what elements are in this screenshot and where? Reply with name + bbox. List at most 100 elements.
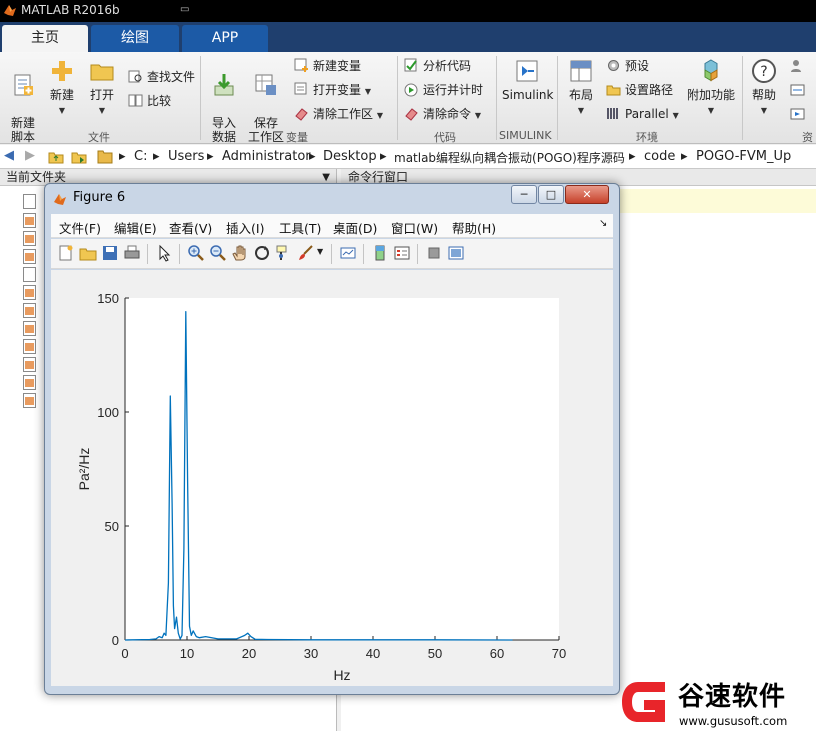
dock-arrow-icon[interactable]: ↘ [599, 218, 607, 229]
breadcrumb-separator: ▸ [309, 149, 316, 164]
new-script-label: 新建 脚本 [10, 116, 35, 144]
import-data-button[interactable]: 导入 数据 [207, 58, 241, 144]
set-path-button[interactable]: 设置路径 [606, 81, 673, 99]
watermark: 谷速软件 www.gususoft.com [618, 674, 816, 731]
tab-apps[interactable]: APP [182, 25, 268, 52]
layout-button[interactable]: 布局 ▼ [564, 58, 598, 118]
new-script-button[interactable]: 新建 脚本 [6, 58, 40, 144]
matlab-file-icon[interactable] [23, 213, 36, 228]
x-tick-label: 60 [490, 646, 504, 661]
new-figure-icon[interactable] [57, 244, 75, 262]
matlab-file-icon[interactable] [23, 339, 36, 354]
maximize-button[interactable]: □ [538, 185, 564, 204]
matlab-file-icon[interactable] [23, 375, 36, 390]
matlab-file-badge [25, 289, 34, 297]
minimize-button[interactable]: ─ [511, 185, 537, 204]
menu-window[interactable]: 窗口(W) [391, 218, 438, 237]
request-support-icon[interactable] [790, 83, 806, 97]
data-cursor-icon[interactable] [275, 244, 293, 262]
matlab-file-badge [25, 379, 34, 387]
breadcrumb-item[interactable]: POGO-FVM_Up [696, 149, 791, 164]
chevron-down-icon: ▼ [364, 87, 371, 96]
save-workspace-button[interactable]: 保存 工作区 [248, 58, 284, 144]
breadcrumb-item[interactable]: code [644, 149, 675, 164]
matlab-file-icon[interactable] [23, 321, 36, 336]
divider [331, 244, 332, 264]
menu-edit[interactable]: 编辑(E) [114, 218, 157, 237]
community-icon[interactable] [790, 59, 806, 73]
colorbar-icon[interactable] [371, 244, 389, 262]
menu-file[interactable]: 文件(F) [59, 218, 101, 237]
save-icon[interactable] [101, 244, 119, 262]
breadcrumb-item[interactable]: Administrator [222, 149, 311, 164]
chevron-down-icon[interactable]: ▼ [317, 247, 323, 256]
matlab-file-icon[interactable] [23, 303, 36, 318]
help-button[interactable]: ? 帮助 ▼ [748, 58, 780, 118]
run-and-time-button[interactable]: 运行并计时 [404, 81, 483, 99]
up-folder-icon[interactable] [48, 149, 64, 164]
open-button[interactable]: 打开 ▼ [86, 58, 118, 118]
matlab-file-icon[interactable] [23, 357, 36, 372]
document-icon[interactable] [23, 194, 36, 209]
plot-area[interactable]: 0 10 20 30 40 50 60 70 0 50 100 150 Hz Pa²/Hz [51, 270, 613, 686]
simulink-button[interactable]: Simulink [502, 58, 553, 102]
new-variable-button[interactable]: 新建变量 [294, 57, 361, 75]
breadcrumb-item[interactable]: matlab编程纵向耦合振动(POGO)程序源码 [394, 149, 625, 166]
zoom-out-icon[interactable] [209, 244, 227, 262]
brush-icon[interactable] [297, 244, 315, 262]
menu-tools[interactable]: 工具(T) [279, 218, 321, 237]
menu-desktop[interactable]: 桌面(D) [333, 218, 377, 237]
section-code-label: 代码 [434, 131, 456, 144]
document-icon[interactable] [23, 267, 36, 282]
compare-button[interactable]: 比较 [128, 92, 171, 110]
new-button[interactable]: 新建 ▼ [46, 58, 78, 118]
chevron-down-icon: ▼ [376, 111, 383, 120]
analyze-code-button[interactable]: 分析代码 [404, 57, 471, 75]
menu-view[interactable]: 查看(V) [169, 218, 212, 237]
open-variable-button[interactable]: 打开变量 ▼ [294, 81, 371, 99]
close-button[interactable]: ✕ [565, 185, 609, 204]
tab-plots[interactable]: 绘图 [91, 25, 179, 52]
back-arrow-icon[interactable]: ◀ [4, 148, 14, 163]
psd-chart[interactable]: 0 10 20 30 40 50 60 70 0 50 100 150 Hz Pa²/Hz [51, 270, 613, 686]
hide-plot-tools-icon[interactable] [425, 244, 443, 262]
zoom-in-icon[interactable] [187, 244, 205, 262]
menu-help[interactable]: 帮助(H) [452, 218, 496, 237]
legend-icon[interactable] [393, 244, 411, 262]
matlab-file-icon[interactable] [23, 231, 36, 246]
minimize-icon[interactable]: ▭ [180, 4, 194, 16]
axes-background[interactable] [125, 298, 559, 640]
open-variable-icon [294, 82, 307, 95]
select-arrow-icon[interactable] [155, 244, 173, 262]
clear-workspace-button[interactable]: 清除工作区 ▼ [294, 105, 383, 123]
watermark-brand: 谷速软件 [678, 682, 787, 712]
preferences-button[interactable]: 预设 [606, 57, 649, 75]
learn-matlab-icon[interactable] [790, 107, 806, 121]
matlab-file-icon[interactable] [23, 393, 36, 408]
link-plot-icon[interactable] [339, 244, 357, 262]
add-ons-button[interactable]: 附加功能 ▼ [686, 58, 736, 118]
tab-home[interactable]: 主页 [2, 25, 88, 52]
clear-commands-button[interactable]: 清除命令 ▼ [404, 105, 481, 123]
browse-folder-icon[interactable] [71, 149, 87, 164]
menu-insert[interactable]: 插入(I) [226, 218, 264, 237]
folder-icon [97, 150, 113, 164]
parallel-button[interactable]: Parallel ▼ [606, 105, 679, 123]
matlab-file-icon[interactable] [23, 249, 36, 264]
section-resources-label: 资 [802, 131, 813, 144]
matlab-file-badge [25, 397, 34, 405]
run-time-icon [404, 83, 418, 97]
forward-arrow-icon[interactable]: ▶ [25, 148, 35, 163]
show-plot-tools-icon[interactable] [447, 244, 465, 262]
pan-hand-icon[interactable] [231, 244, 249, 262]
find-files-button[interactable]: 查找文件 [128, 68, 195, 86]
rotate-3d-icon[interactable] [253, 244, 271, 262]
matlab-file-badge [25, 343, 34, 351]
matlab-file-icon[interactable] [23, 285, 36, 300]
breadcrumb-item[interactable]: Desktop [323, 149, 377, 164]
address-bar: ◀ ▶ ▸ C: ▸ Users ▸ Administrator ▸ Deskt… [0, 145, 816, 169]
breadcrumb-item[interactable]: C: [134, 149, 147, 164]
print-icon[interactable] [123, 244, 141, 262]
open-file-icon[interactable] [79, 244, 97, 262]
breadcrumb-item[interactable]: Users [168, 149, 204, 164]
